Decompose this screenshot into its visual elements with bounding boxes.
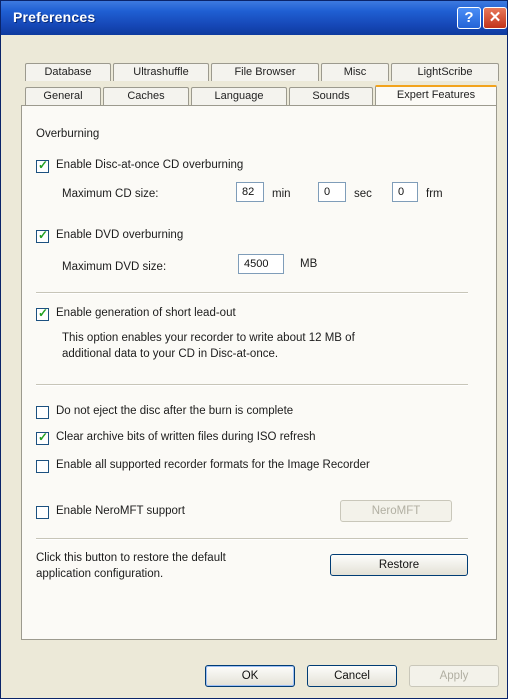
window-title: Preferences [13, 9, 96, 25]
tab-caches[interactable]: Caches [103, 87, 189, 105]
clear-archive-bits-label: Clear archive bits of written files duri… [56, 431, 316, 443]
max-cd-size-label: Maximum CD size: [62, 188, 159, 200]
sec-unit-label: sec [354, 188, 372, 200]
checkmark-icon: ✓ [38, 158, 49, 172]
separator [36, 538, 468, 540]
restore-description-2: application configuration. [36, 568, 164, 580]
tab-sounds[interactable]: Sounds [289, 87, 373, 105]
mb-unit-label: MB [300, 258, 318, 270]
short-leadout-description-1: This option enables your recorder to wri… [62, 332, 355, 344]
separator [36, 292, 468, 294]
dvd-size-input[interactable]: 4500 [238, 254, 284, 274]
tab-ultrashuffle[interactable]: Ultrashuffle [113, 63, 209, 81]
no-eject-label: Do not eject the disc after the burn is … [56, 405, 294, 417]
tab-language[interactable]: Language [191, 87, 287, 105]
separator [36, 384, 468, 386]
dvd-overburn-checkbox[interactable]: ✓ [36, 228, 49, 243]
min-unit-label: min [272, 188, 291, 200]
cd-overburn-label: Enable Disc-at-once CD overburning [56, 159, 244, 171]
title-bar[interactable]: Preferences ? ✕ [1, 1, 507, 35]
tab-misc[interactable]: Misc [321, 63, 389, 81]
checkmark-icon: ✓ [38, 306, 49, 320]
cd-seconds-input[interactable]: 0 [318, 182, 346, 202]
expert-features-panel: Overburning ✓ Enable Disc-at-once CD ove… [21, 105, 497, 640]
neromft-button[interactable]: NeroMFT [340, 500, 452, 522]
neromft-checkbox[interactable] [36, 506, 49, 519]
short-leadout-label: Enable generation of short lead-out [56, 307, 236, 319]
tab-file-browser[interactable]: File Browser [211, 63, 319, 81]
close-icon[interactable]: ✕ [483, 7, 507, 29]
frm-unit-label: frm [426, 188, 443, 200]
checkmark-icon: ✓ [38, 430, 49, 444]
checkmark-icon: ✓ [38, 228, 49, 242]
neromft-label: Enable NeroMFT support [56, 505, 185, 517]
cd-minutes-input[interactable]: 82 [236, 182, 264, 202]
dvd-overburn-label: Enable DVD overburning [56, 229, 184, 241]
tab-lightscribe[interactable]: LightScribe [391, 63, 499, 81]
ok-button[interactable]: OK [205, 665, 295, 687]
tab-database[interactable]: Database [25, 63, 111, 81]
no-eject-checkbox[interactable] [36, 406, 49, 419]
restore-description-1: Click this button to restore the default [36, 552, 226, 564]
short-leadout-checkbox[interactable]: ✓ [36, 306, 49, 321]
tab-general[interactable]: General [25, 87, 101, 105]
tab-row-back: Database Ultrashuffle File Browser Misc … [25, 63, 499, 81]
all-recorder-formats-label: Enable all supported recorder formats fo… [56, 459, 370, 471]
all-recorder-formats-checkbox[interactable] [36, 460, 49, 473]
apply-button[interactable]: Apply [409, 665, 499, 687]
cd-overburn-checkbox[interactable]: ✓ [36, 158, 49, 173]
cancel-button[interactable]: Cancel [307, 665, 397, 687]
tab-row-front: General Caches Language Sounds Expert Fe… [25, 85, 499, 105]
clear-archive-bits-checkbox[interactable]: ✓ [36, 430, 49, 445]
help-icon[interactable]: ? [457, 7, 481, 29]
max-dvd-size-label: Maximum DVD size: [62, 261, 167, 273]
tab-expert-features[interactable]: Expert Features [375, 85, 497, 105]
short-leadout-description-2: additional data to your CD in Disc-at-on… [62, 348, 279, 360]
restore-button[interactable]: Restore [330, 554, 468, 576]
preferences-window: Preferences ? ✕ Database Ultrashuffle Fi… [0, 0, 508, 699]
cd-frames-input[interactable]: 0 [392, 182, 418, 202]
overburning-group-label: Overburning [36, 128, 100, 140]
